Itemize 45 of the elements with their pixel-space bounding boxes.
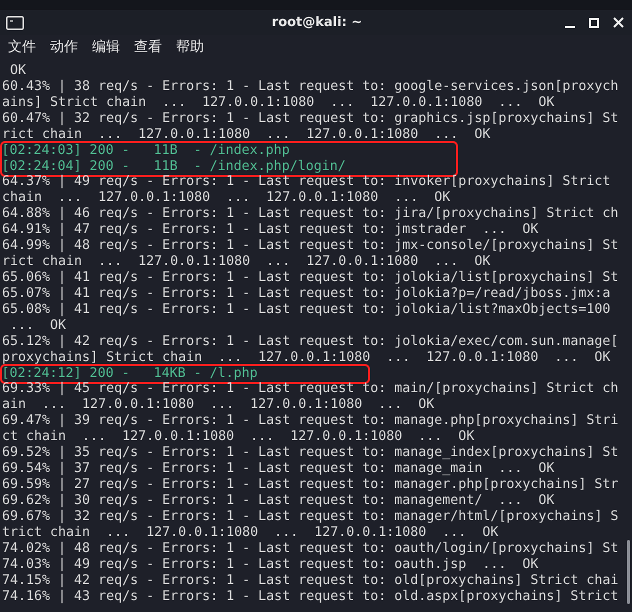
close-icon (612, 17, 624, 28)
terminal-line: [02:24:04] 200 - 11B - /index.php/login/ (2, 158, 346, 174)
terminal-line: trict chain ... 127.0.0.1:1080 ... 127.0.0.1:1080 ... OK (2, 525, 500, 541)
terminal-line: 74.03% | 49 req/s - Errors: 1 - Last request to: oauth.jsp ... OK (2, 557, 540, 573)
terminal-line: 65.08% | 41 req/s - Errors: 1 - Last request to: jolokia/list?maxObjects=100 (2, 302, 612, 318)
terminal-line: 60.47% | 32 req/s - Errors: 1 - Last request to: graphics.jsp[proxychains] St (2, 111, 618, 127)
terminal-line: 65.07% | 41 req/s - Errors: 1 - Last request to: jolokia?p=/read/jboss.jmx:a (2, 286, 612, 302)
menu-item[interactable]: 动作 (50, 38, 78, 56)
terminal-line: ct chain ... 127.0.0.1:1080 ... 127.0.0.1:1080 ... OK (2, 429, 476, 445)
terminal-line: 69.33% | 45 req/s - Errors: 1 - Last request to: main/[proxychains] Strict ch (2, 381, 618, 397)
terminal-line: [02:24:12] 200 - 14KB - /l.php (2, 366, 258, 382)
terminal-line: 64.37% | 49 req/s - Errors: 1 - Last request to: invoker[proxychains] Strict (2, 174, 612, 190)
terminal-line: 64.88% | 46 req/s - Errors: 1 - Last request to: jira/[proxychains] Strict ch (2, 206, 618, 222)
terminal-line: chain ... 127.0.0.1:1080 ... 127.0.0.1:1080 ... OK (2, 190, 452, 206)
terminal-line: proxychains] Strict chain ... 127.0.0.1:1080 ... 127.0.0.1:1080 ... OK (2, 350, 612, 366)
scrollbar[interactable] (627, 540, 630, 604)
terminal-line: ain ... 127.0.0.1:1080 ... 127.0.0.1:1080 ... OK (2, 397, 436, 413)
minimize-icon (565, 26, 575, 28)
terminal-line: 74.16% | 43 req/s - Errors: 1 - Last request to: old.aspx[proxychains] Strict (2, 589, 618, 605)
window-title: root@kali: ~ (272, 15, 362, 30)
terminal-line: 64.99% | 48 req/s - Errors: 1 - Last request to: jmx-console/[proxychains] St (2, 238, 618, 254)
terminal-line: 65.12% | 42 req/s - Errors: 1 - Last request to: jolokia/exec/com.sun.manage[ (2, 334, 618, 350)
menu-item[interactable]: 编辑 (92, 38, 120, 56)
terminal-line: 64.91% | 47 req/s - Errors: 1 - Last request to: jmstrader ... OK (2, 222, 540, 238)
terminal-line: 60.43% | 38 req/s - Errors: 1 - Last request to: google-services.json[proxych (2, 79, 618, 95)
terminal-line: 69.59% | 27 req/s - Errors: 1 - Last request to: manager.php[proxychains] Str (2, 477, 618, 493)
terminal-line: 69.47% | 39 req/s - Errors: 1 - Last request to: manage.php[proxychains] Stri (2, 413, 618, 429)
terminal-line: 74.15% | 42 req/s - Errors: 1 - Last request to: old[proxychains] Strict chai (2, 573, 618, 589)
terminal-line: ... OK (9, 318, 68, 334)
terminal-line: 69.67% | 32 req/s - Errors: 1 - Last request to: manager/html/[proxychains] S (2, 509, 618, 525)
maximize-icon (589, 18, 599, 28)
menu-item[interactable]: 文件 (8, 38, 36, 56)
terminal-line: 74.02% | 48 req/s - Errors: 1 - Last request to: oauth/login/[proxychains] St (2, 541, 618, 557)
terminal-line: rict chain ... 127.0.0.1:1080 ... 127.0.0.1:1080 ... OK (2, 127, 492, 143)
terminal-line: 65.06% | 41 req/s - Errors: 1 - Last request to: jolokia/list[proxychains] St (2, 270, 618, 286)
terminal-line: 69.62% | 30 req/s - Errors: 1 - Last request to: management/ ... OK (2, 493, 556, 509)
terminal-line: ains] Strict chain ... 127.0.0.1:1080 ... 127.0.0.1:1080 ... OK (2, 95, 556, 111)
terminal-line: [02:24:03] 200 - 11B - /index.php (2, 142, 291, 158)
terminal-line: OK (9, 63, 28, 79)
terminal-line: 69.52% | 35 req/s - Errors: 1 - Last request to: manage_index[proxychains] St (2, 445, 618, 461)
terminal-line: 69.54% | 37 req/s - Errors: 1 - Last request to: manage_main ... OK (2, 461, 556, 477)
menu-item[interactable]: 帮助 (176, 38, 204, 56)
menu-item[interactable]: 查看 (134, 38, 162, 56)
terminal-line: rict chain ... 127.0.0.1:1080 ... 127.0.0.1:1080 ... OK (2, 254, 492, 270)
terminal-icon (6, 16, 24, 30)
